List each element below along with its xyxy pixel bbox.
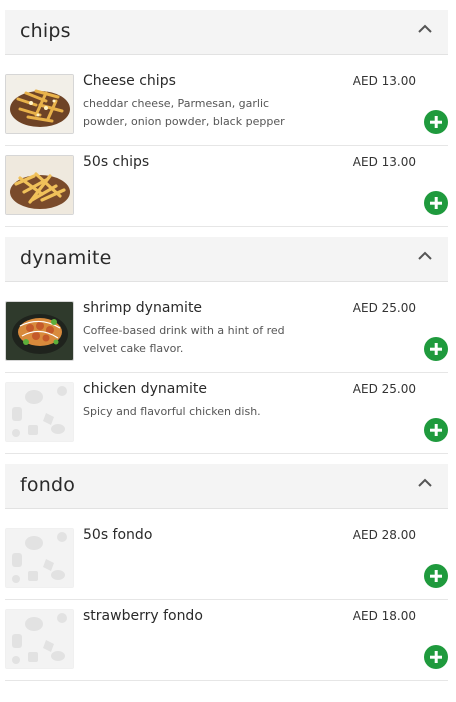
category-title: fondo: [20, 474, 76, 496]
item-description: cheddar cheese, Parmesan, garlic powder,…: [83, 97, 285, 128]
add-to-cart-button[interactable]: [424, 110, 448, 134]
placeholder-pattern: [5, 609, 74, 669]
item-name: 50s chips: [83, 154, 150, 170]
category-header-chips[interactable]: chips: [5, 10, 448, 55]
fries-photo: [5, 155, 74, 215]
item-name: 50s fondo: [83, 527, 153, 543]
menu-item[interactable]: 50s fondo AED 28.00: [5, 519, 448, 600]
category-header-dynamite[interactable]: dynamite: [5, 237, 448, 282]
menu-item[interactable]: shrimp dynamite Coffee-based drink with …: [5, 292, 448, 373]
placeholder-pattern: [5, 382, 74, 442]
cheese-chips-photo: [5, 74, 74, 134]
item-name: Cheese chips: [83, 73, 176, 89]
menu-list: chips Cheese chips cheddar cheese, Parme…: [0, 0, 456, 681]
item-price: AED 25.00: [352, 382, 416, 396]
add-to-cart-button[interactable]: [424, 564, 448, 588]
menu-item[interactable]: 50s chips AED 13.00: [5, 146, 448, 227]
item-name: shrimp dynamite: [83, 300, 203, 316]
item-name: chicken dynamite: [83, 381, 207, 397]
add-to-cart-button[interactable]: [424, 418, 448, 442]
add-to-cart-button[interactable]: [424, 337, 448, 361]
item-price: AED 25.00: [352, 301, 416, 315]
item-price: AED 18.00: [352, 609, 416, 623]
menu-item[interactable]: Cheese chips cheddar cheese, Parmesan, g…: [5, 65, 448, 146]
placeholder-pattern: [5, 528, 74, 588]
item-description: Spicy and flavorful chicken dish.: [83, 405, 261, 418]
menu-item[interactable]: chicken dynamite Spicy and flavorful chi…: [5, 373, 448, 454]
item-description: Coffee-based drink with a hint of red ve…: [83, 324, 285, 355]
shrimp-dynamite-photo: [5, 301, 74, 361]
chevron-up-icon[interactable]: [418, 478, 432, 488]
item-name: strawberry fondo: [83, 608, 203, 624]
add-to-cart-button[interactable]: [424, 191, 448, 215]
chevron-up-icon[interactable]: [418, 251, 432, 261]
category-title: dynamite: [20, 247, 112, 269]
item-price: AED 28.00: [352, 528, 416, 542]
chevron-up-icon[interactable]: [418, 24, 432, 34]
add-to-cart-button[interactable]: [424, 645, 448, 669]
item-price: AED 13.00: [352, 74, 416, 88]
menu-item[interactable]: strawberry fondo AED 18.00: [5, 600, 448, 681]
category-header-fondo[interactable]: fondo: [5, 464, 448, 509]
category-title: chips: [20, 20, 71, 42]
item-price: AED 13.00: [352, 155, 416, 169]
